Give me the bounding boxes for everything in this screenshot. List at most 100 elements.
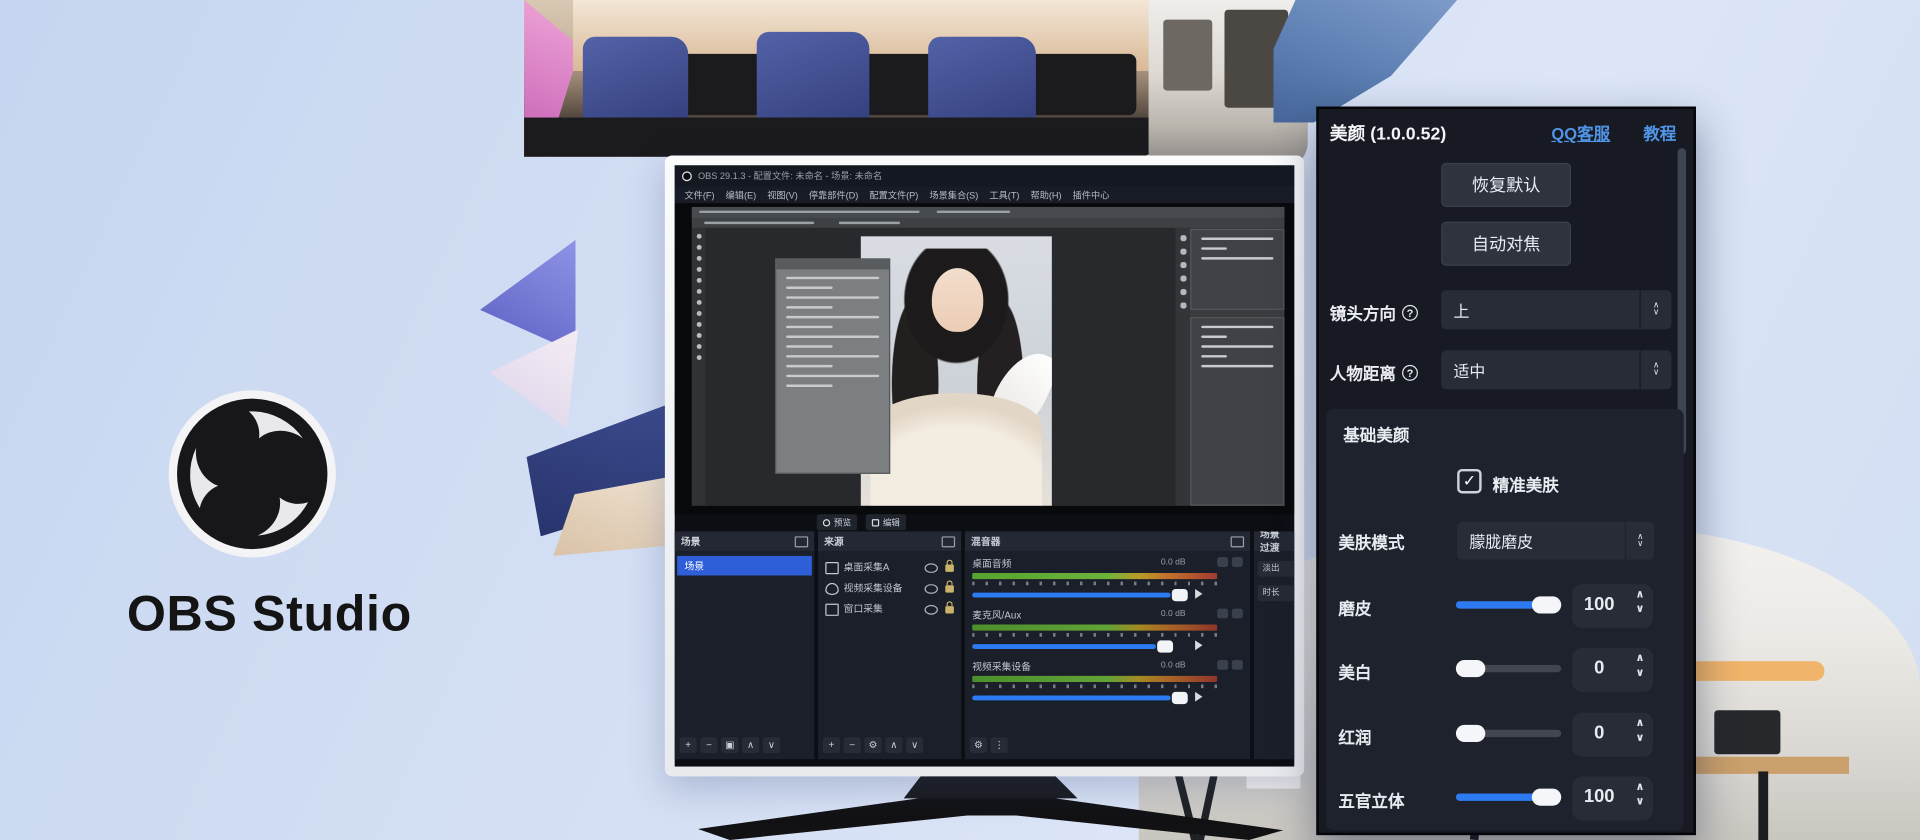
visibility-eye-icon[interactable] [924, 604, 937, 614]
slider-label: 五官立体 [1338, 787, 1404, 811]
mixer-more-button[interactable]: ⋮ [991, 737, 1008, 753]
mixer-channel-icons[interactable] [1217, 660, 1243, 670]
volume-slider-knob[interactable] [1172, 692, 1188, 704]
facial-depth-value-box[interactable]: 100 ∧∨ [1572, 776, 1653, 820]
chevron-down-icon[interactable]: ∨ [1636, 796, 1645, 807]
source-item[interactable]: 视频采集设备 [820, 579, 958, 597]
menu-file[interactable]: 文件(F) [684, 188, 714, 201]
source-item[interactable]: 桌面采集A [820, 558, 958, 576]
chevron-down-icon: ∨ [1637, 541, 1643, 548]
scene-down-button[interactable]: ∨ [763, 737, 780, 753]
slider-knob[interactable] [1532, 789, 1561, 806]
menu-docks[interactable]: 停靠部件(D) [809, 188, 858, 201]
chevron-up-icon[interactable]: ∧ [1636, 781, 1645, 792]
meter-ticks [972, 684, 1217, 688]
mixer-dock-title: 混音器 [971, 534, 1000, 547]
source-item[interactable]: 窗口采集 [820, 600, 958, 618]
source-label: 窗口采集 [844, 602, 883, 615]
mixer-channel-icons[interactable] [1217, 609, 1243, 619]
transitions-dock-title: 场景过渡 [1260, 531, 1288, 554]
whitening-slider[interactable] [1456, 665, 1561, 672]
panel-scrollbar[interactable] [1678, 148, 1687, 454]
autofocus-button[interactable]: 自动对焦 [1441, 222, 1571, 266]
camera-direction-select[interactable]: 上 [1441, 290, 1639, 329]
slider-knob[interactable] [1532, 596, 1561, 613]
subject-distance-select[interactable]: 适中 [1441, 350, 1639, 389]
decor-desk-leg [1758, 771, 1768, 840]
menu-profile[interactable]: 配置文件(P) [869, 188, 918, 201]
add-source-button[interactable]: + [823, 737, 840, 753]
reset-defaults-button[interactable]: 恢复默认 [1441, 163, 1571, 207]
qq-support-link[interactable]: QQ客服 [1551, 120, 1610, 144]
preview-badge-left[interactable]: 预览 [817, 514, 857, 530]
volume-slider-knob[interactable] [1157, 640, 1173, 652]
transition-value: 淡出 [1262, 564, 1279, 573]
slider-knob[interactable] [1456, 660, 1485, 677]
volume-slider-knob[interactable] [1172, 589, 1188, 601]
scenes-dock-title: 场景 [681, 534, 701, 547]
whitening-value-box[interactable]: 0 ∧∨ [1572, 648, 1653, 692]
facial-depth-slider[interactable] [1456, 793, 1561, 800]
chevron-down-icon[interactable]: ∨ [1636, 667, 1645, 678]
transition-select[interactable]: 淡出 [1258, 561, 1295, 577]
scene-filters-button[interactable]: ▣ [721, 737, 738, 753]
smoothing-value-box[interactable]: 100 ∧∨ [1572, 584, 1653, 628]
menu-scene-collection[interactable]: 场景集合(S) [929, 188, 978, 201]
speaker-icon[interactable] [1195, 640, 1207, 650]
precise-skin-checkbox[interactable]: ✓ [1457, 469, 1481, 493]
visibility-eye-icon[interactable] [924, 583, 937, 593]
mixer-channel-icons[interactable] [1217, 557, 1243, 567]
mixer-dock-header: 混音器 [965, 531, 1250, 551]
source-properties-button[interactable]: ⚙ [864, 737, 881, 753]
lock-icon[interactable] [945, 606, 954, 613]
preview-badge-right-label: 编辑 [883, 516, 900, 528]
subject-distance-spinner[interactable]: ∧ ∨ [1640, 350, 1672, 389]
remove-source-button[interactable]: − [844, 737, 861, 753]
scene-item-selected[interactable]: 场景 [677, 556, 812, 576]
camera-direction-spinner[interactable]: ∧ ∨ [1640, 290, 1672, 329]
lock-icon[interactable] [945, 585, 954, 592]
skin-mode-select[interactable]: 朦胧磨皮 [1457, 522, 1625, 560]
subject-distance-value: 适中 [1453, 358, 1485, 381]
mixer-channel-label: 桌面音频 [972, 557, 1011, 570]
visibility-eye-icon[interactable] [924, 563, 937, 573]
volume-slider[interactable] [972, 696, 1170, 701]
obs-titlebar-logo-icon [682, 171, 692, 181]
scene-up-button[interactable]: ∧ [742, 737, 759, 753]
add-scene-button[interactable]: + [680, 737, 697, 753]
chevron-up-icon[interactable]: ∧ [1636, 589, 1645, 600]
source-down-button[interactable]: ∨ [906, 737, 923, 753]
skin-mode-spinner[interactable]: ∧ ∨ [1625, 522, 1654, 560]
smoothing-slider[interactable] [1456, 601, 1561, 608]
help-icon[interactable]: ? [1402, 364, 1418, 380]
source-up-button[interactable]: ∧ [885, 737, 902, 753]
menu-help[interactable]: 帮助(H) [1031, 188, 1062, 201]
transition-duration[interactable]: 时长 [1258, 585, 1295, 601]
menu-view[interactable]: 视图(V) [767, 188, 798, 201]
volume-slider[interactable] [972, 593, 1170, 598]
chevron-down-icon[interactable]: ∨ [1636, 732, 1645, 743]
sources-dock-header: 来源 [818, 531, 961, 551]
chevron-up-icon[interactable]: ∧ [1636, 718, 1645, 729]
mixer-settings-button[interactable]: ⚙ [970, 737, 987, 753]
menu-plugin-center[interactable]: 插件中心 [1073, 188, 1110, 201]
sources-dock: 来源 桌面采集A 视频采集设备 [818, 531, 961, 759]
rosy-value-box[interactable]: 0 ∧∨ [1572, 713, 1653, 757]
speaker-icon[interactable] [1195, 589, 1207, 599]
chevron-down-icon[interactable]: ∨ [1636, 604, 1645, 615]
speaker-icon[interactable] [1195, 692, 1207, 702]
volume-slider[interactable] [972, 644, 1156, 649]
tutorial-link[interactable]: 教程 [1643, 120, 1676, 144]
slider-knob[interactable] [1456, 725, 1485, 742]
menu-edit[interactable]: 编辑(E) [726, 188, 757, 201]
rosy-slider[interactable] [1456, 730, 1561, 737]
preview-badge-right[interactable]: 编辑 [866, 514, 906, 530]
obs-window-title: OBS 29.1.3 - 配置文件: 未命名 - 场景: 未命名 [698, 169, 882, 182]
slider-label: 红润 [1338, 724, 1371, 748]
help-icon[interactable]: ? [1402, 304, 1418, 320]
menu-tools[interactable]: 工具(T) [989, 188, 1019, 201]
precise-skin-label: 精准美肤 [1493, 471, 1559, 495]
lock-icon[interactable] [945, 564, 954, 571]
remove-scene-button[interactable]: − [700, 737, 717, 753]
chevron-up-icon[interactable]: ∧ [1636, 653, 1645, 664]
